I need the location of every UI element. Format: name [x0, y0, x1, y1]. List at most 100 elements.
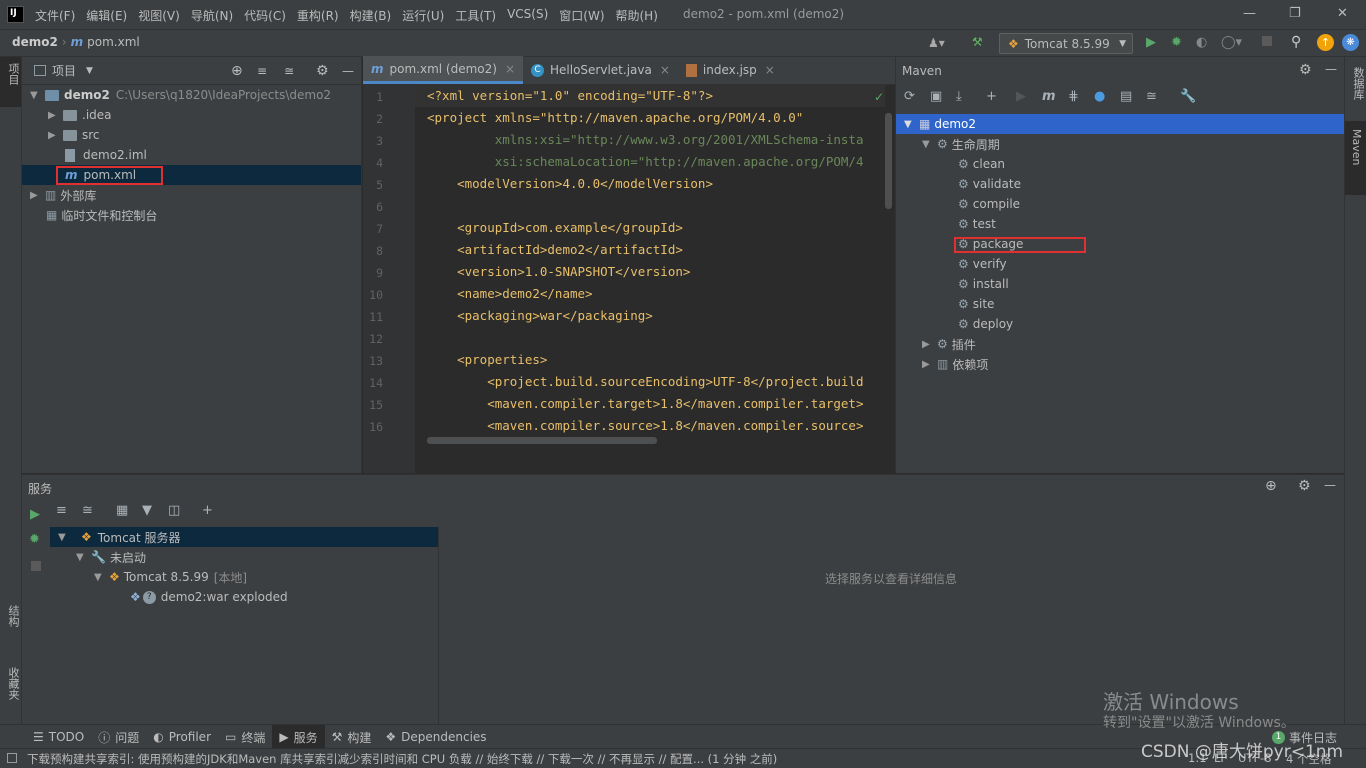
plugin-icon[interactable]: ❋ [1342, 34, 1359, 51]
breadcrumb-file[interactable]: pom.xml [87, 35, 140, 49]
tree-item-external-libs[interactable]: ▶ ▥ 外部库 [30, 185, 96, 205]
tab-build[interactable]: ⚒ 构建 [325, 725, 379, 749]
menu-tools[interactable]: 工具(T) [455, 7, 496, 24]
collapse-all-icon[interactable]: ≅ [284, 64, 294, 78]
close-tab-icon[interactable]: × [660, 63, 670, 77]
tool-tab-maven[interactable]: Maven [1345, 121, 1366, 195]
coverage-icon[interactable]: ◐ [1196, 35, 1207, 50]
tree-item-scratches[interactable]: ▦ 临时文件和控制台 [46, 205, 157, 225]
tab-profiler[interactable]: ◐ Profiler [146, 725, 218, 749]
debug-icon[interactable]: ✹ [1171, 35, 1182, 50]
horizontal-scrollbar[interactable] [427, 437, 657, 444]
inspection-ok-icon[interactable]: ✓ [874, 90, 884, 104]
filter-icon[interactable]: ▼ [142, 503, 168, 518]
tool-tab-project[interactable]: 项目 [0, 57, 21, 107]
hide-icon[interactable]: — [1324, 478, 1336, 492]
vertical-scrollbar[interactable] [885, 113, 892, 209]
tab-services[interactable]: ▶ 服务 [272, 725, 325, 749]
menu-window[interactable]: 窗口(W) [559, 7, 604, 24]
services-artifact[interactable]: ❖ ? demo2:war exploded [130, 587, 288, 607]
hide-icon[interactable]: — [342, 64, 354, 78]
maven-plugins[interactable]: ▶ ⚙ 插件 [922, 334, 976, 354]
new-tab-icon[interactable]: ◫ [168, 503, 202, 518]
menu-edit[interactable]: 编辑(E) [86, 7, 127, 24]
menu-vcs[interactable]: VCS(S) [507, 7, 548, 24]
status-toggle-icon[interactable] [7, 753, 17, 763]
maximize-icon[interactable]: ❐ [1289, 6, 1301, 21]
profile-icon[interactable]: ◯▾ [1221, 35, 1242, 50]
run-icon[interactable]: ▶ [30, 507, 40, 522]
search-icon[interactable]: ⚲ [1291, 34, 1301, 50]
stop-icon[interactable] [1262, 36, 1272, 46]
wrench-icon[interactable]: 🔧 [1180, 89, 1206, 104]
tab-pom[interactable]: m pom.xml (demo2) × [363, 56, 524, 84]
chevron-down-icon[interactable]: ▼ [86, 66, 93, 76]
reload-icon[interactable]: ⟳ [904, 89, 930, 104]
close-tab-icon[interactable]: × [505, 62, 515, 76]
run-config-select[interactable]: ❖ Tomcat 8.5.99 ▼ [999, 33, 1133, 54]
maven-goal-icon[interactable]: m [1042, 89, 1068, 104]
group-icon[interactable]: ▦ [116, 503, 142, 518]
menu-file[interactable]: 文件(F) [35, 7, 75, 24]
menu-refactor[interactable]: 重构(R) [297, 7, 339, 24]
tree-item-iml[interactable]: demo2.iml [65, 145, 147, 165]
user-icon[interactable]: ♟▾ [928, 36, 945, 50]
update-icon[interactable]: ↑ [1317, 34, 1334, 51]
menu-navigate[interactable]: 导航(N) [191, 7, 233, 24]
maven-phase-verify[interactable]: ⚙ verify [958, 254, 1007, 274]
gear-icon[interactable]: ⚙ [1299, 62, 1312, 78]
stop-icon[interactable] [31, 561, 41, 571]
show-dependencies-icon[interactable]: ▤ [1120, 89, 1146, 104]
tree-item-idea[interactable]: ▶ .idea [48, 105, 112, 125]
minimize-icon[interactable]: — [1243, 6, 1256, 21]
maven-phase-install[interactable]: ⚙ install [958, 274, 1009, 294]
close-tab-icon[interactable]: × [765, 63, 775, 77]
maven-phase-test[interactable]: ⚙ test [958, 214, 996, 234]
menu-view[interactable]: 视图(V) [138, 7, 180, 24]
download-icon[interactable]: ⤓ [956, 89, 986, 104]
services-not-started[interactable]: ▼ 🔧 未启动 [76, 547, 146, 567]
run-icon[interactable]: ▶ [1016, 89, 1042, 104]
collapse-all-icon[interactable]: ≅ [82, 503, 116, 518]
maven-phase-clean[interactable]: ⚙ clean [958, 154, 1005, 174]
run-icon[interactable]: ▶ [1146, 35, 1156, 50]
services-tomcat-instance[interactable]: ▼ ❖ Tomcat 8.5.99 [本地] [94, 567, 247, 587]
tab-indexjsp[interactable]: index.jsp × [678, 56, 783, 84]
hide-icon[interactable]: — [1325, 62, 1337, 76]
tab-todo[interactable]: ☰ TODO [26, 725, 91, 749]
tool-tab-structure[interactable]: 结构 [5, 605, 21, 627]
add-icon[interactable]: + [986, 89, 1016, 104]
services-tomcat-server[interactable]: ▼ ❖ Tomcat 服务器 [50, 527, 438, 547]
status-message[interactable]: 下载预构建共享索引: 使用预构建的JDK和Maven 库共享索引减少索引时间和 … [27, 751, 777, 767]
maven-phase-deploy[interactable]: ⚙ deploy [958, 314, 1013, 334]
maven-phase-validate[interactable]: ⚙ validate [958, 174, 1021, 194]
locate-icon[interactable]: ⊕ [231, 63, 243, 79]
menu-build[interactable]: 构建(B) [350, 7, 392, 24]
menu-code[interactable]: 代码(C) [244, 7, 286, 24]
maven-phase-compile[interactable]: ⚙ compile [958, 194, 1020, 214]
generate-sources-icon[interactable]: ▣ [930, 89, 956, 104]
expand-all-icon[interactable]: ≡ [56, 503, 82, 518]
tree-root-demo2[interactable]: ▼ demo2 C:\Users\q1820\IdeaProjects\demo… [30, 85, 331, 105]
code-area[interactable]: <?xml version="1.0" encoding="UTF-8"?> <… [427, 85, 890, 465]
debug-icon[interactable]: ✹ [29, 532, 40, 547]
tab-dependencies[interactable]: ❖ Dependencies [378, 725, 493, 749]
project-panel-title[interactable]: 项目 [52, 62, 76, 79]
menu-help[interactable]: 帮助(H) [616, 7, 658, 24]
collapse-icon[interactable]: ≅ [1146, 89, 1180, 104]
maven-lifecycle[interactable]: ▼ ⚙ 生命周期 [922, 134, 1000, 154]
menu-run[interactable]: 运行(U) [402, 7, 444, 24]
gear-icon[interactable]: ⚙ [1298, 478, 1311, 494]
tab-terminal[interactable]: ▭ 终端 [218, 725, 272, 749]
locate-icon[interactable]: ⊕ [1265, 478, 1277, 494]
tab-problems[interactable]: ⓘ 问题 [91, 725, 146, 749]
tree-item-src[interactable]: ▶ src [48, 125, 100, 145]
gear-icon[interactable]: ⚙ [316, 63, 329, 79]
expand-all-icon[interactable]: ≡ [257, 64, 267, 78]
maven-root-demo2[interactable]: ▼ ▦ demo2 [896, 114, 1344, 134]
maven-dependencies[interactable]: ▶ ▥ 依赖项 [922, 354, 988, 374]
breadcrumb-project[interactable]: demo2 [12, 35, 58, 49]
close-icon[interactable]: ✕ [1337, 6, 1348, 21]
tool-tab-database[interactable]: 数据库 [1350, 67, 1366, 100]
add-icon[interactable]: + [202, 503, 228, 518]
